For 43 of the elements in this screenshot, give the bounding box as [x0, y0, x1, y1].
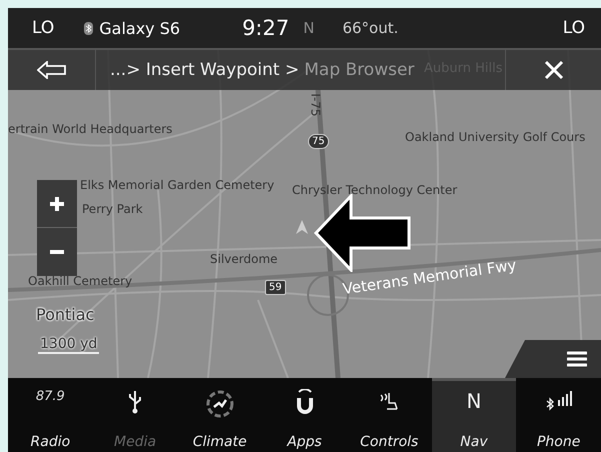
route-shield: 59 [265, 280, 286, 295]
map-label: Chrysler Technology Center [292, 183, 458, 197]
seat-fan-icon [204, 389, 235, 419]
breadcrumb-path: ...> Insert Waypoint > [109, 60, 300, 80]
outside-temperature: 66°out. [342, 19, 398, 37]
map-label: Perry Park [82, 202, 143, 216]
nav-tab[interactable]: Controls [346, 378, 432, 452]
phone-name: Galaxy S6 [99, 18, 180, 38]
clock: 9:27 [242, 16, 290, 40]
map-label: Elks Memorial Garden Cemetery [80, 178, 274, 192]
map-label: Silverdome [210, 252, 278, 266]
map-label: I-75 [308, 93, 323, 117]
menu-icon [567, 351, 587, 367]
map-label: ertrain World Headquarters [8, 122, 172, 136]
vehicle-position-icon [296, 220, 308, 234]
nav-tab[interactable]: 87.9 Radio [8, 378, 93, 452]
compass-north: N [466, 389, 482, 413]
right-temperature[interactable]: LO [562, 18, 585, 38]
radio-frequency: 87.9 [36, 389, 65, 404]
route-shield: 75 [308, 134, 329, 149]
close-icon [544, 60, 564, 80]
usb-icon [127, 389, 144, 415]
left-temperature[interactable]: LO [32, 18, 54, 38]
bluetooth-icon [84, 22, 94, 34]
map-label: Pontiac [36, 305, 94, 324]
nav-tab[interactable]: Climate [177, 378, 262, 452]
nav-tab[interactable]: Apps [262, 378, 347, 452]
plus-icon [50, 196, 64, 210]
menu-button[interactable] [505, 340, 601, 378]
nav-tab[interactable]: N Nav [432, 378, 516, 452]
apps-u-icon [296, 389, 314, 415]
compass-heading: N [303, 19, 314, 37]
bluetooth-signal-icon [544, 389, 573, 411]
map-label: Oakland University Golf Cours [405, 130, 586, 144]
zoom-out-button[interactable] [37, 228, 77, 276]
map-label: Veterans Memorial Fwy [342, 256, 518, 298]
nav-tab[interactable]: Phone [516, 378, 601, 452]
back-arrow-icon [36, 61, 66, 79]
map-label: Oakhill Cemetery [28, 274, 132, 288]
minus-icon [50, 250, 64, 254]
zoom-in-button[interactable] [37, 180, 77, 228]
breadcrumb-current: Map Browser [303, 60, 414, 80]
map-scale: 1300 yd [38, 336, 100, 354]
